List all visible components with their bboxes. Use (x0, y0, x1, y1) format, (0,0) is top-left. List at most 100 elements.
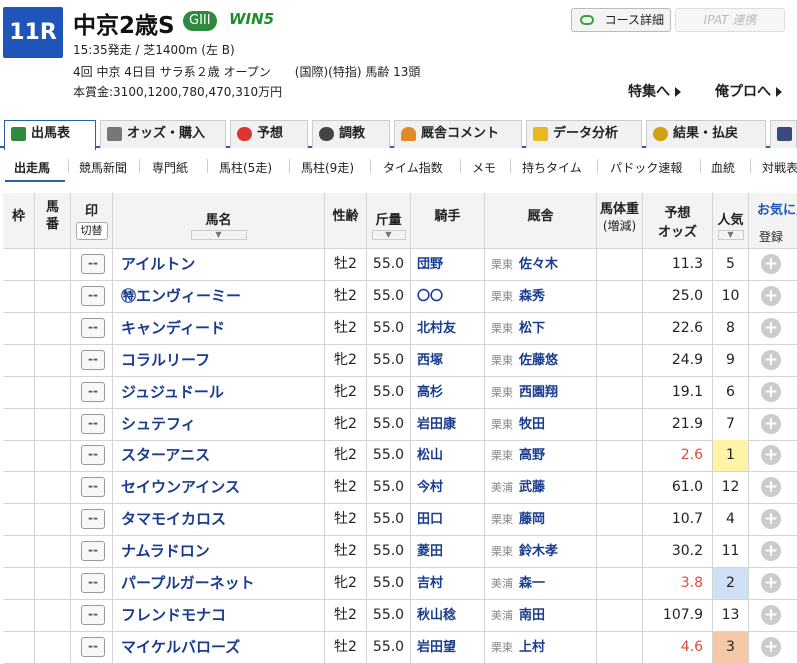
jockey-link[interactable]: 今村 (411, 472, 485, 505)
mark-select[interactable]: -- (81, 381, 105, 402)
add-favorite-icon[interactable]: + (761, 317, 781, 338)
tab-yoso[interactable]: 予想 (230, 120, 308, 148)
mark-select[interactable]: -- (81, 509, 105, 530)
trainer-link[interactable]: 上村 (519, 640, 545, 655)
col-odds[interactable]: 予想 オッズ (643, 193, 713, 249)
jockey-link[interactable]: 岩田康 (411, 408, 485, 441)
jockey-link[interactable]: 秋山稔 (411, 599, 485, 632)
bar-chart-icon (533, 127, 548, 141)
col-name[interactable]: 馬名 ▼ (113, 193, 325, 249)
course-detail-button[interactable]: コース詳細 (571, 8, 671, 32)
horse-name-link[interactable]: パープルガーネット (113, 568, 325, 600)
horse-name-link[interactable]: ナムラドロン (113, 536, 325, 569)
tab-shutsuba[interactable]: 出馬表 (4, 120, 96, 150)
tab-data[interactable]: データ分析 (526, 120, 642, 148)
waku-cell (3, 344, 35, 377)
trainer-link[interactable]: 森一 (519, 576, 545, 591)
mark-select[interactable]: -- (81, 349, 105, 370)
subnav-shinbun[interactable]: 競馬新聞 (79, 159, 127, 176)
horse-name-link[interactable]: シュテフィ (113, 408, 325, 441)
jockey-link[interactable]: 団野 (411, 249, 485, 281)
jockey-link[interactable]: 北村友 (411, 312, 485, 345)
add-favorite-icon[interactable]: + (761, 573, 781, 593)
trainer-link[interactable]: 松下 (519, 321, 545, 336)
add-favorite-icon[interactable]: + (761, 636, 781, 657)
mark-select[interactable]: -- (81, 445, 105, 466)
horse-name-link[interactable]: セイウンアインス (113, 472, 325, 505)
tab-comment[interactable]: 厩舎コメント (394, 120, 522, 148)
subnav-bachu5[interactable]: 馬柱(5走) (219, 159, 272, 176)
mark-select[interactable]: -- (81, 636, 105, 657)
tab-more[interactable] (770, 120, 797, 148)
subnav-mochi-time[interactable]: 持ちタイム (522, 159, 582, 176)
horse-name-link[interactable]: タマモイカロス (113, 504, 325, 537)
trainer-link[interactable]: 鈴木孝 (519, 544, 558, 559)
ipat-link-button[interactable]: IPAT 連携 (675, 8, 785, 32)
sort-chevron-icon[interactable]: ▼ (371, 230, 406, 240)
subnav-shussoba[interactable]: 出走馬 (14, 159, 50, 176)
trainer-link[interactable]: 西園翔 (519, 385, 558, 400)
popularity-cell: 4 (713, 504, 749, 537)
subnav-taisen[interactable]: 対戦表 (762, 159, 797, 176)
mark-select[interactable]: -- (81, 317, 105, 338)
orepro-link[interactable]: 俺プロへ (715, 81, 782, 101)
subnav-paddock[interactable]: パドック速報 (610, 159, 682, 176)
subnav-senmonshi[interactable]: 専門紙 (152, 159, 188, 176)
tab-result[interactable]: 結果・払戻 (646, 120, 766, 148)
jockey-link[interactable]: 〇〇 (411, 280, 485, 313)
horse-name-link[interactable]: フレンドモナコ (113, 599, 325, 632)
mark-select[interactable]: -- (81, 477, 105, 498)
sort-chevron-icon[interactable]: ▼ (717, 230, 744, 240)
jockey-link[interactable]: 高杉 (411, 376, 485, 409)
mark-select[interactable]: -- (81, 604, 105, 625)
horse-name-link[interactable]: コラルリーフ (113, 344, 325, 377)
tokushu-link[interactable]: 特集へ (628, 81, 681, 101)
horse-name-link[interactable]: ㊕エンヴィーミー (113, 280, 325, 313)
jockey-link[interactable]: 吉村 (411, 568, 485, 600)
sort-chevron-icon[interactable]: ▼ (190, 230, 247, 240)
jockey-link[interactable]: 松山 (411, 440, 485, 473)
tab-label: データ分析 (553, 126, 619, 141)
add-favorite-icon[interactable]: + (761, 413, 781, 434)
mark-select[interactable]: -- (81, 254, 105, 274)
col-weight[interactable]: 斤量 ▼ (367, 193, 411, 249)
horse-name-link[interactable]: ジュジュドール (113, 376, 325, 409)
horse-name-link[interactable]: スターアニス (113, 440, 325, 473)
mark-toggle-button[interactable]: 切替 (75, 222, 108, 240)
mark-select[interactable]: -- (81, 541, 105, 562)
subnav-bachu9[interactable]: 馬柱(9走) (301, 159, 354, 176)
add-favorite-icon[interactable]: + (761, 285, 781, 306)
horse-name-link[interactable]: マイケルバローズ (113, 631, 325, 664)
add-favorite-icon[interactable]: + (761, 541, 781, 562)
col-popularity[interactable]: 人気 ▼ (713, 193, 749, 249)
horse-name-link[interactable]: キャンディード (113, 312, 325, 345)
trainer-link[interactable]: 佐々木 (519, 257, 558, 272)
trainer-link[interactable]: 高野 (519, 448, 545, 463)
add-favorite-icon[interactable]: + (761, 604, 781, 625)
mark-select[interactable]: -- (81, 285, 105, 306)
weight-cell: 55.0 (367, 568, 411, 600)
subnav-pedigree[interactable]: 血統 (711, 159, 735, 176)
tab-chokyo[interactable]: 調教 (312, 120, 390, 148)
trainer-link[interactable]: 藤岡 (519, 512, 545, 527)
mark-select[interactable]: -- (81, 413, 105, 434)
subnav-memo[interactable]: メモ (472, 159, 496, 176)
subnav-time-index[interactable]: タイム指数 (383, 159, 443, 176)
jockey-link[interactable]: 西塚 (411, 344, 485, 377)
jockey-link[interactable]: 岩田望 (411, 631, 485, 664)
horse-name-link[interactable]: アイルトン (113, 249, 325, 281)
course-icon (580, 15, 594, 25)
trainer-link[interactable]: 佐藤悠 (519, 353, 558, 368)
tab-odds[interactable]: オッズ・購入 (100, 120, 226, 148)
add-favorite-icon[interactable]: + (761, 381, 781, 402)
trainer-link[interactable]: 森秀 (519, 289, 545, 304)
add-favorite-icon[interactable]: + (761, 349, 781, 370)
trainer-link[interactable]: 牧田 (519, 417, 545, 432)
jockey-link[interactable]: 田口 (411, 504, 485, 537)
odds-cell: 107.9 (643, 599, 713, 632)
mark-select[interactable]: -- (81, 573, 105, 593)
add-favorite-icon[interactable]: + (761, 254, 781, 274)
trainer-link[interactable]: 南田 (519, 608, 545, 623)
trainer-link[interactable]: 武藤 (519, 480, 545, 495)
jockey-link[interactable]: 菱田 (411, 536, 485, 569)
